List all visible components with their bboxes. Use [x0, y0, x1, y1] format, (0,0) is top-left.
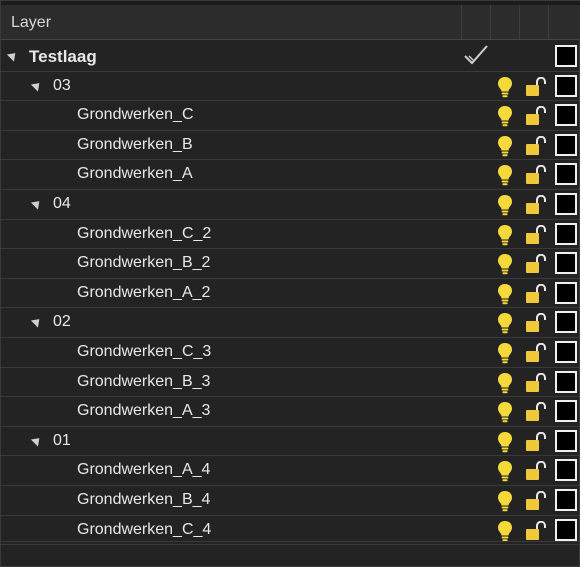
lightbulb-icon[interactable]	[497, 460, 513, 482]
header-column-visibility[interactable]	[490, 5, 519, 40]
tree-row[interactable]: Grondwerken_A_4	[1, 456, 580, 486]
header-column-check[interactable]	[461, 5, 490, 40]
layer-color-swatch[interactable]	[555, 192, 577, 215]
layer-name[interactable]: Testlaag	[29, 47, 97, 67]
tree-row[interactable]: 01	[1, 427, 580, 457]
expand-triangle-icon[interactable]	[6, 45, 24, 62]
tree-row[interactable]: Grondwerken_B_2	[1, 249, 580, 279]
layer-color-swatch[interactable]	[555, 252, 577, 275]
tree-row[interactable]: 04	[1, 190, 580, 220]
layer-name[interactable]: 04	[53, 195, 71, 213]
unlocked-padlock-icon[interactable]	[525, 401, 547, 422]
layer-name[interactable]: 02	[53, 313, 71, 331]
unlocked-padlock-icon[interactable]	[525, 194, 547, 215]
header-column-color[interactable]	[548, 5, 580, 40]
lightbulb-icon[interactable]	[497, 253, 513, 275]
layer-name[interactable]: 03	[53, 77, 71, 95]
layer-color-swatch[interactable]	[555, 74, 577, 97]
unlocked-padlock-icon[interactable]	[525, 313, 547, 333]
layer-color-swatch[interactable]	[555, 429, 577, 452]
unlocked-padlock-icon[interactable]	[525, 76, 547, 97]
lightbulb-icon[interactable]	[497, 283, 513, 305]
layer-name[interactable]: Grondwerken_B	[77, 136, 193, 154]
layer-color-swatch[interactable]	[555, 133, 577, 156]
layer-color-swatch[interactable]	[555, 340, 577, 363]
layer-name[interactable]: Grondwerken_A_3	[77, 402, 210, 420]
tree-row[interactable]: Testlaag	[1, 42, 580, 72]
unlocked-padlock-icon[interactable]	[525, 135, 547, 156]
layer-name[interactable]: Grondwerken_A_4	[77, 461, 210, 479]
lightbulb-icon[interactable]	[497, 224, 513, 246]
lightbulb-icon[interactable]	[497, 164, 513, 186]
layer-color-swatch[interactable]	[555, 222, 577, 245]
tree-row[interactable]: Grondwerken_A_3	[1, 397, 580, 427]
layer-name[interactable]: Grondwerken_A	[77, 165, 193, 183]
lightbulb-icon[interactable]	[497, 105, 513, 127]
tree-row[interactable]: 03	[1, 72, 580, 102]
layer-name[interactable]: Grondwerken_C_2	[77, 225, 211, 243]
layer-color-swatch[interactable]	[555, 518, 577, 541]
unlocked-padlock-icon[interactable]	[525, 224, 547, 245]
layer-color-swatch[interactable]	[555, 311, 577, 334]
tree-row[interactable]: Grondwerken_B_3	[1, 368, 580, 398]
unlocked-padlock-icon[interactable]	[525, 165, 547, 185]
lightbulb-icon[interactable]	[497, 135, 513, 157]
unlocked-padlock-icon[interactable]	[525, 253, 547, 274]
layer-panel-header: Layer	[1, 5, 580, 40]
tree-row[interactable]: 02	[1, 308, 580, 338]
layer-color-swatch[interactable]	[555, 370, 577, 393]
layer-name[interactable]: Grondwerken_B_3	[77, 373, 210, 391]
expand-triangle-icon[interactable]	[30, 430, 48, 447]
tree-row[interactable]: Grondwerken_C	[1, 101, 580, 131]
unlocked-padlock-icon[interactable]	[525, 520, 547, 541]
expand-triangle-icon[interactable]	[30, 193, 48, 210]
unlocked-padlock-icon[interactable]	[525, 342, 547, 363]
tree-row[interactable]: Grondwerken_A_2	[1, 279, 580, 309]
unlocked-padlock-icon[interactable]	[525, 105, 547, 126]
unlocked-padlock-icon[interactable]	[525, 372, 547, 393]
unlocked-padlock-icon[interactable]	[525, 431, 547, 452]
layer-color-swatch[interactable]	[555, 163, 577, 186]
unlocked-padlock-icon[interactable]	[525, 490, 547, 511]
lightbulb-icon[interactable]	[497, 312, 513, 334]
layer-name[interactable]: Grondwerken_C_4	[77, 521, 211, 539]
layer-panel: Layer Testlaag 03 Grondwerken_C Grondwerken…	[0, 0, 580, 567]
tree-row[interactable]: Grondwerken_C_3	[1, 338, 580, 368]
lightbulb-icon[interactable]	[497, 520, 513, 542]
layer-color-swatch[interactable]	[555, 459, 577, 482]
expand-triangle-icon[interactable]	[30, 74, 48, 92]
layer-color-swatch[interactable]	[555, 104, 577, 127]
layer-color-swatch[interactable]	[555, 488, 577, 511]
tree-row[interactable]: Grondwerken_C_2	[1, 220, 580, 250]
layer-name[interactable]: 01	[53, 432, 71, 450]
layer-name[interactable]: Grondwerken_A_2	[77, 284, 210, 302]
lightbulb-icon[interactable]	[497, 76, 513, 98]
lightbulb-icon[interactable]	[497, 372, 513, 394]
layer-color-swatch[interactable]	[555, 45, 577, 67]
tree-row[interactable]: Grondwerken_A	[1, 160, 580, 190]
header-column-lock[interactable]	[519, 5, 548, 40]
tree-row[interactable]: Grondwerken_B_4	[1, 486, 580, 516]
expand-triangle-icon[interactable]	[30, 311, 48, 328]
unlocked-padlock-icon[interactable]	[525, 461, 547, 481]
layer-tree: Testlaag 03 Grondwerken_C Grondwerken_B Gron…	[1, 42, 580, 546]
lightbulb-icon[interactable]	[497, 431, 513, 453]
tree-row[interactable]: Grondwerken_B	[1, 131, 580, 161]
layer-name[interactable]: Grondwerken_C	[77, 106, 194, 124]
lightbulb-icon[interactable]	[497, 490, 513, 512]
layer-name[interactable]: Grondwerken_B_4	[77, 491, 210, 509]
layer-color-swatch[interactable]	[555, 281, 577, 304]
check-icon[interactable]	[463, 44, 489, 66]
lightbulb-icon[interactable]	[497, 194, 513, 216]
tree-bottom-divider	[1, 541, 580, 542]
layer-name[interactable]: Grondwerken_B_2	[77, 254, 210, 272]
unlocked-padlock-icon[interactable]	[525, 283, 547, 304]
header-title: Layer	[11, 14, 52, 31]
lightbulb-icon[interactable]	[497, 342, 513, 364]
lightbulb-icon[interactable]	[497, 401, 513, 423]
layer-name[interactable]: Grondwerken_C_3	[77, 343, 211, 361]
layer-color-swatch[interactable]	[555, 400, 577, 423]
